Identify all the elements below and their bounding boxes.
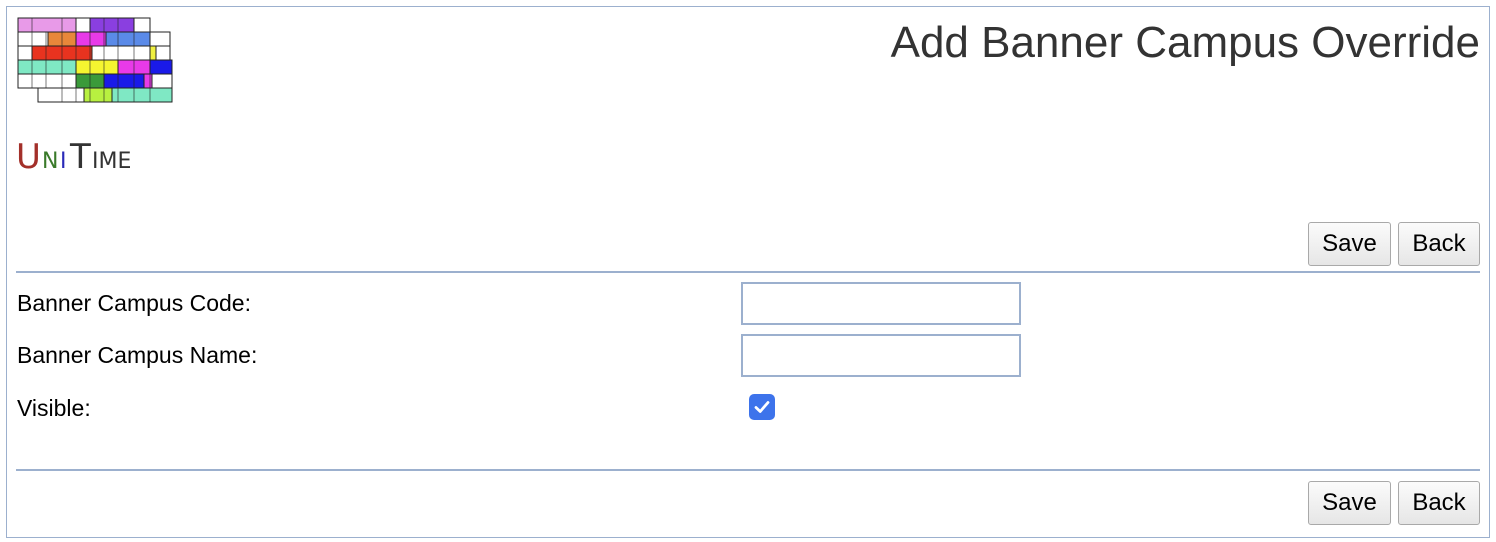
campus-code-input[interactable]: [741, 282, 1021, 325]
visible-label: Visible:: [17, 395, 91, 421]
header-divider: [16, 271, 1480, 273]
footer-divider: [16, 469, 1480, 471]
save-button-top[interactable]: Save: [1308, 222, 1391, 266]
svg-text:U: U: [16, 137, 41, 176]
svg-text:T: T: [69, 137, 91, 176]
campus-name-label: Banner Campus Name:: [17, 342, 258, 368]
campus-name-input[interactable]: [741, 334, 1021, 377]
back-button-bottom[interactable]: Back: [1398, 481, 1480, 525]
unitime-logo: U N I T IME: [16, 17, 173, 176]
svg-text:N: N: [42, 149, 58, 174]
campus-code-label: Banner Campus Code:: [17, 290, 251, 316]
visible-checkbox[interactable]: [749, 394, 775, 420]
svg-text:I: I: [60, 149, 67, 174]
back-button-top[interactable]: Back: [1398, 222, 1480, 266]
save-button-bottom[interactable]: Save: [1308, 481, 1391, 525]
svg-text:IME: IME: [92, 149, 131, 174]
checkmark-icon: [754, 401, 770, 413]
page-title: Add Banner Campus Override: [890, 18, 1480, 67]
